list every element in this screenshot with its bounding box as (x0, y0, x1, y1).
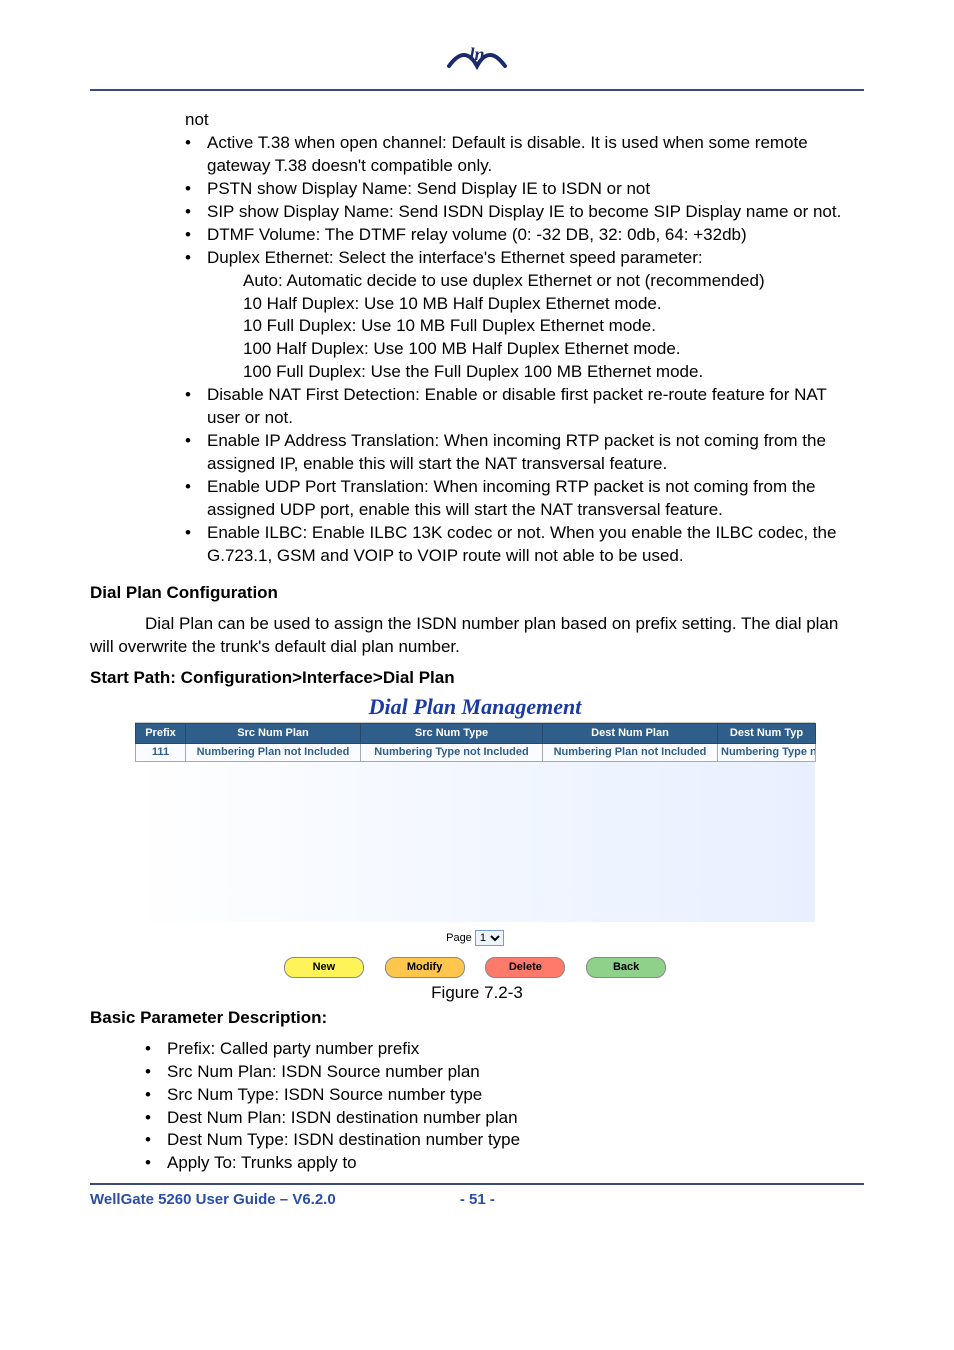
col-src-num-plan: Src Num Plan (186, 724, 361, 744)
cell-prefix: 111 (136, 744, 186, 762)
list-item-text: Apply To: Trunks apply to (167, 1153, 357, 1172)
cell-src-type: Numbering Type not Included (361, 744, 543, 762)
list-item-text: Dest Num Plan: ISDN destination number p… (167, 1108, 518, 1127)
pager: Page 1 (135, 922, 815, 950)
list-item-text: PSTN show Display Name: Send Display IE … (207, 179, 650, 198)
back-button[interactable]: Back (586, 957, 666, 978)
list-item: Apply To: Trunks apply to (145, 1152, 864, 1175)
subline: 100 Half Duplex: Use 100 MB Half Duplex … (207, 338, 864, 361)
list-item: Active T.38 when open channel: Default i… (185, 132, 864, 178)
list-item-text: Enable IP Address Translation: When inco… (207, 431, 826, 473)
button-row: New Modify Delete Back (135, 950, 815, 982)
svg-text:ln: ln (469, 44, 484, 64)
list-item-text: Src Num Plan: ISDN Source number plan (167, 1062, 480, 1081)
table-header-row: Prefix Src Num Plan Src Num Type Dest Nu… (136, 724, 816, 744)
list-item: Prefix: Called party number prefix (145, 1038, 864, 1061)
col-dest-num-type: Dest Num Typ (718, 724, 816, 744)
dial-plan-desc: Dial Plan can be used to assign the ISDN… (90, 613, 864, 659)
dial-plan-title: Dial Plan Management (135, 692, 815, 724)
list-item-text: DTMF Volume: The DTMF relay volume (0: -… (207, 225, 747, 244)
list-item: Disable NAT First Detection: Enable or d… (185, 384, 864, 430)
pager-select[interactable]: 1 (475, 930, 504, 946)
list-item: DTMF Volume: The DTMF relay volume (0: -… (185, 224, 864, 247)
col-prefix: Prefix (136, 724, 186, 744)
list-item: Enable UDP Port Translation: When incomi… (185, 476, 864, 522)
footer-page-number: - 51 - (460, 1191, 495, 1208)
start-path: Start Path: Configuration>Interface>Dial… (90, 667, 864, 690)
body-text: not Active T.38 when open channel: Defau… (90, 109, 864, 1175)
list-item-text: Src Num Type: ISDN Source number type (167, 1085, 482, 1104)
bpd-list: Prefix: Called party number prefix Src N… (90, 1038, 864, 1176)
cell-dest-type: Numbering Type not I (718, 744, 816, 762)
list-item: SIP show Display Name: Send ISDN Display… (185, 201, 864, 224)
list-item: PSTN show Display Name: Send Display IE … (185, 178, 864, 201)
new-button[interactable]: New (284, 957, 364, 978)
list-item-text: Duplex Ethernet: Select the interface's … (207, 248, 703, 267)
footer-rule (90, 1183, 864, 1185)
lead-in-tail: not (90, 109, 864, 132)
header-rule (90, 89, 864, 91)
bpd-heading: Basic Parameter Description: (90, 1007, 864, 1030)
dial-plan-heading: Dial Plan Configuration (90, 582, 864, 605)
delete-button[interactable]: Delete (485, 957, 565, 978)
cell-src-plan: Numbering Plan not Included (186, 744, 361, 762)
table-row[interactable]: 111 Numbering Plan not Included Numberin… (136, 744, 816, 762)
list-item: Enable ILBC: Enable ILBC 13K codec or no… (185, 522, 864, 568)
page: ln not Active T.38 when open channel: De… (0, 0, 954, 1350)
figure-caption: Figure 7.2-3 (90, 982, 864, 1005)
subline: 10 Full Duplex: Use 10 MB Full Duplex Et… (207, 315, 864, 338)
logo: ln (447, 40, 507, 81)
list-item-text: Enable UDP Port Translation: When incomi… (207, 477, 816, 519)
subline: 10 Half Duplex: Use 10 MB Half Duplex Et… (207, 293, 864, 316)
dial-plan-table: Prefix Src Num Plan Src Num Type Dest Nu… (135, 723, 816, 762)
list-item: Duplex Ethernet: Select the interface's … (185, 247, 864, 385)
list-item-text: SIP show Display Name: Send ISDN Display… (207, 202, 841, 221)
bullet-list: Active T.38 when open channel: Default i… (90, 132, 864, 568)
list-item-text: Disable NAT First Detection: Enable or d… (207, 385, 827, 427)
subline: 100 Full Duplex: Use the Full Duplex 100… (207, 361, 864, 384)
pager-label: Page (446, 932, 472, 944)
cell-dest-plan: Numbering Plan not Included (543, 744, 718, 762)
dial-plan-screenshot: Dial Plan Management Prefix Src Num Plan… (135, 692, 815, 982)
list-item-text: Enable ILBC: Enable ILBC 13K codec or no… (207, 523, 836, 565)
list-item: Dest Num Type: ISDN destination number t… (145, 1129, 864, 1152)
list-item: Src Num Plan: ISDN Source number plan (145, 1061, 864, 1084)
list-item: Enable IP Address Translation: When inco… (185, 430, 864, 476)
list-item: Src Num Type: ISDN Source number type (145, 1084, 864, 1107)
table-empty-area (135, 762, 815, 922)
modify-button[interactable]: Modify (385, 957, 465, 978)
list-item-text: Dest Num Type: ISDN destination number t… (167, 1130, 520, 1149)
col-src-num-type: Src Num Type (361, 724, 543, 744)
footer: WellGate 5260 User Guide – V6.2.0 - 51 - (90, 1191, 864, 1208)
list-item: Dest Num Plan: ISDN destination number p… (145, 1107, 864, 1130)
list-item-text: Active T.38 when open channel: Default i… (207, 133, 808, 175)
footer-doc-title: WellGate 5260 User Guide – V6.2.0 (90, 1191, 336, 1208)
list-item-text: Prefix: Called party number prefix (167, 1039, 419, 1058)
col-dest-num-plan: Dest Num Plan (543, 724, 718, 744)
subline: Auto: Automatic decide to use duplex Eth… (207, 270, 864, 293)
